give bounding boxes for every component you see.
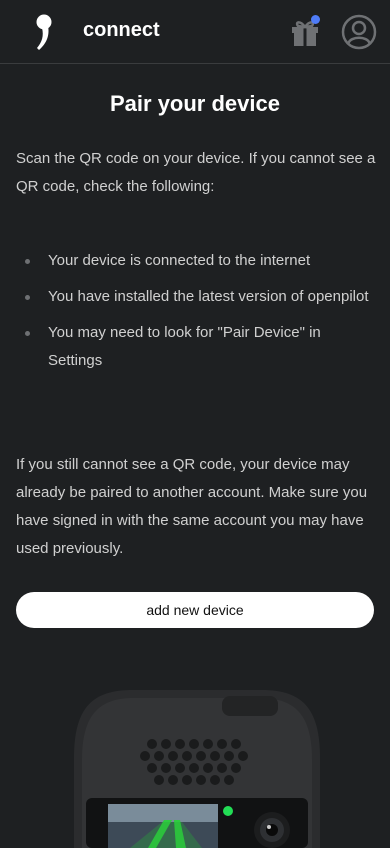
outro-text: If you still cannot see a QR code, your … bbox=[16, 456, 368, 557]
bullet-icon bbox=[25, 259, 30, 264]
app-title: connect bbox=[83, 19, 160, 41]
list-item: Your device is connected to the internet bbox=[16, 247, 374, 275]
user-circle-icon[interactable] bbox=[341, 14, 377, 50]
bullet-icon bbox=[25, 331, 30, 336]
add-new-device-button[interactable]: add new device bbox=[16, 592, 374, 628]
intro-text: Scan the QR code on your device. If you … bbox=[16, 150, 376, 195]
bullet-icon bbox=[25, 295, 30, 300]
list-item: You have installed the latest version of… bbox=[16, 283, 374, 311]
list-item-text: You have installed the latest version of… bbox=[48, 288, 369, 305]
list-item-text: You may need to look for "Pair Device" i… bbox=[48, 324, 321, 369]
app-header: connect bbox=[0, 0, 390, 64]
list-item: You may need to look for "Pair Device" i… bbox=[16, 319, 374, 375]
page-title: Pair your device bbox=[110, 91, 280, 116]
checklist: Your device is connected to the internet… bbox=[16, 247, 374, 383]
device-illustration bbox=[74, 690, 320, 848]
comma-logo-icon[interactable] bbox=[30, 12, 58, 52]
list-item-text: Your device is connected to the internet bbox=[48, 252, 311, 269]
notification-dot bbox=[311, 15, 320, 24]
